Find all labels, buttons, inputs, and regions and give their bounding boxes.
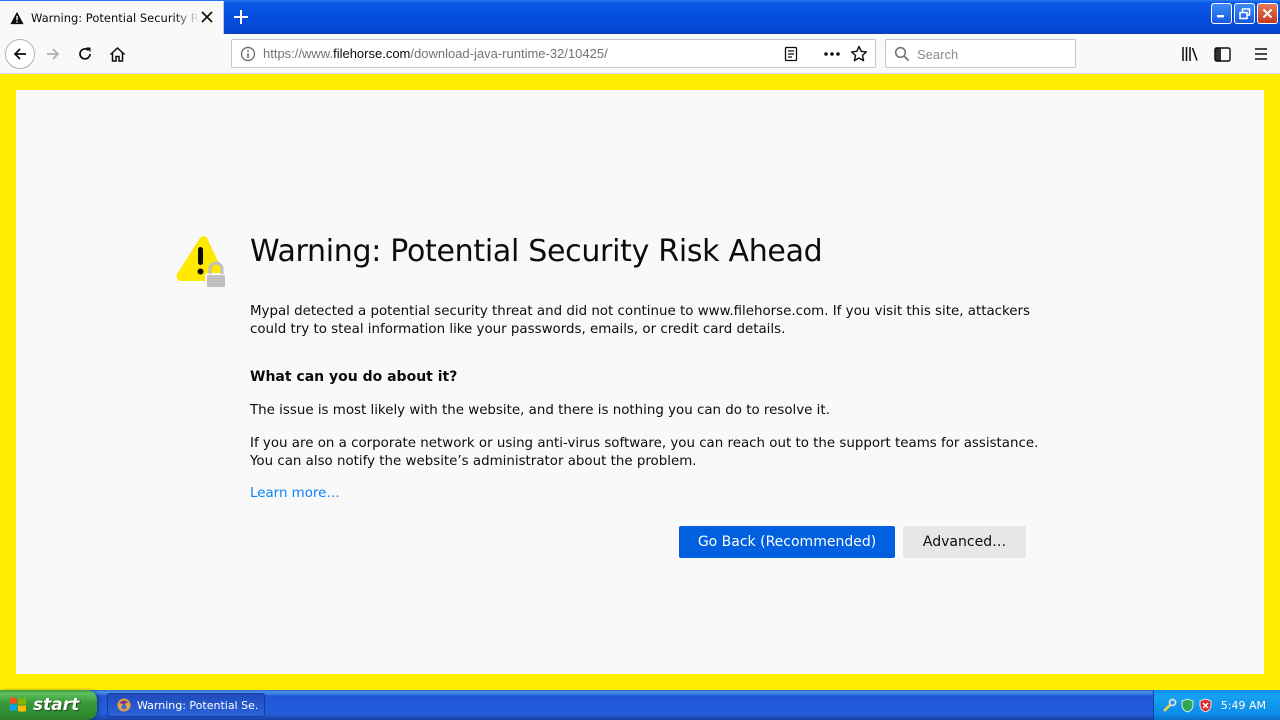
- tab-title: Warning: Potential Security Risk Ahead: [31, 10, 199, 25]
- arrow-right-icon: [47, 48, 60, 60]
- back-button[interactable]: [5, 39, 35, 69]
- library-button[interactable]: [1175, 39, 1205, 69]
- browser-app-icon: [117, 698, 131, 712]
- system-tray: 5:49 AM: [1153, 690, 1280, 720]
- url-prefix: https://www.: [263, 46, 334, 61]
- clock: 5:49 AM: [1220, 698, 1266, 712]
- learn-more-link[interactable]: Learn more…: [250, 486, 340, 501]
- sidebar-button[interactable]: [1207, 39, 1237, 69]
- close-window-button[interactable]: [1257, 3, 1278, 24]
- reader-view-icon[interactable]: [783, 46, 799, 62]
- taskbar: start Warning: Potential Se... 5:49 AM: [0, 690, 1280, 720]
- home-button[interactable]: [102, 39, 132, 69]
- site-issue-paragraph: The issue is most likely with the websit…: [250, 403, 830, 418]
- search-icon: [894, 46, 910, 62]
- windows-logo-icon: [10, 697, 26, 712]
- minimize-button[interactable]: [1211, 3, 1232, 24]
- section-heading: What can you do about it?: [250, 369, 458, 385]
- tray-shield-icon[interactable]: [1180, 698, 1195, 713]
- home-icon: [109, 46, 125, 62]
- search-input[interactable]: [917, 44, 1067, 64]
- start-label: start: [33, 695, 80, 715]
- warning-icon: [10, 11, 24, 24]
- menu-button[interactable]: [1246, 39, 1276, 69]
- close-icon: [1262, 8, 1273, 19]
- page-actions-icon[interactable]: [822, 46, 842, 62]
- library-icon: [1182, 47, 1198, 61]
- hamburger-menu-icon: [1255, 48, 1267, 60]
- url-domain: filehorse.com: [333, 46, 411, 61]
- navigation-toolbar: https://www.filehorse.com/download-java-…: [0, 34, 1280, 74]
- highlight-frame: Warning: Potential Security Risk Ahead M…: [0, 74, 1280, 690]
- window-titlebar: Warning: Potential Security Risk Ahead: [0, 0, 1280, 34]
- url-path: /download-java-runtime-32/10425/: [410, 46, 608, 61]
- sidebar-icon: [1213, 46, 1231, 62]
- reload-button[interactable]: [70, 39, 100, 69]
- network-paragraph: If you are on a corporate network or usi…: [250, 436, 1039, 469]
- tab-close-icon[interactable]: [200, 10, 214, 24]
- url-text[interactable]: https://www.filehorse.com/download-java-…: [263, 46, 608, 61]
- error-page: Warning: Potential Security Risk Ahead M…: [16, 90, 1264, 674]
- restore-button[interactable]: [1234, 3, 1255, 24]
- start-button[interactable]: start: [0, 690, 97, 720]
- window-controls: [1211, 3, 1278, 24]
- tray-tools-icon[interactable]: [1162, 698, 1177, 713]
- taskbar-window-item[interactable]: Warning: Potential Se...: [107, 693, 265, 717]
- go-back-button[interactable]: Go Back (Recommended): [679, 526, 895, 558]
- warning-lock-icon: [176, 236, 227, 289]
- intro-paragraph: Mypal detected a potential security thre…: [250, 304, 1031, 337]
- forward-button[interactable]: [38, 39, 68, 69]
- url-bar[interactable]: https://www.filehorse.com/download-java-…: [231, 39, 876, 68]
- info-icon[interactable]: [240, 46, 256, 62]
- new-tab-icon[interactable]: [230, 6, 252, 28]
- bookmark-star-icon[interactable]: [850, 45, 868, 63]
- page-title: Warning: Potential Security Risk Ahead: [250, 234, 823, 269]
- search-bar[interactable]: [885, 39, 1076, 68]
- active-tab[interactable]: Warning: Potential Security Risk Ahead: [0, 1, 224, 34]
- minimize-icon: [1217, 15, 1224, 18]
- tray-security-alert-icon[interactable]: [1198, 698, 1213, 713]
- arrow-left-icon: [13, 48, 26, 60]
- advanced-button[interactable]: Advanced…: [903, 526, 1026, 558]
- restore-icon: [1238, 7, 1250, 19]
- reload-icon: [79, 47, 91, 60]
- back-button-circle: [5, 39, 35, 69]
- taskbar-window-label: Warning: Potential Se...: [137, 698, 259, 712]
